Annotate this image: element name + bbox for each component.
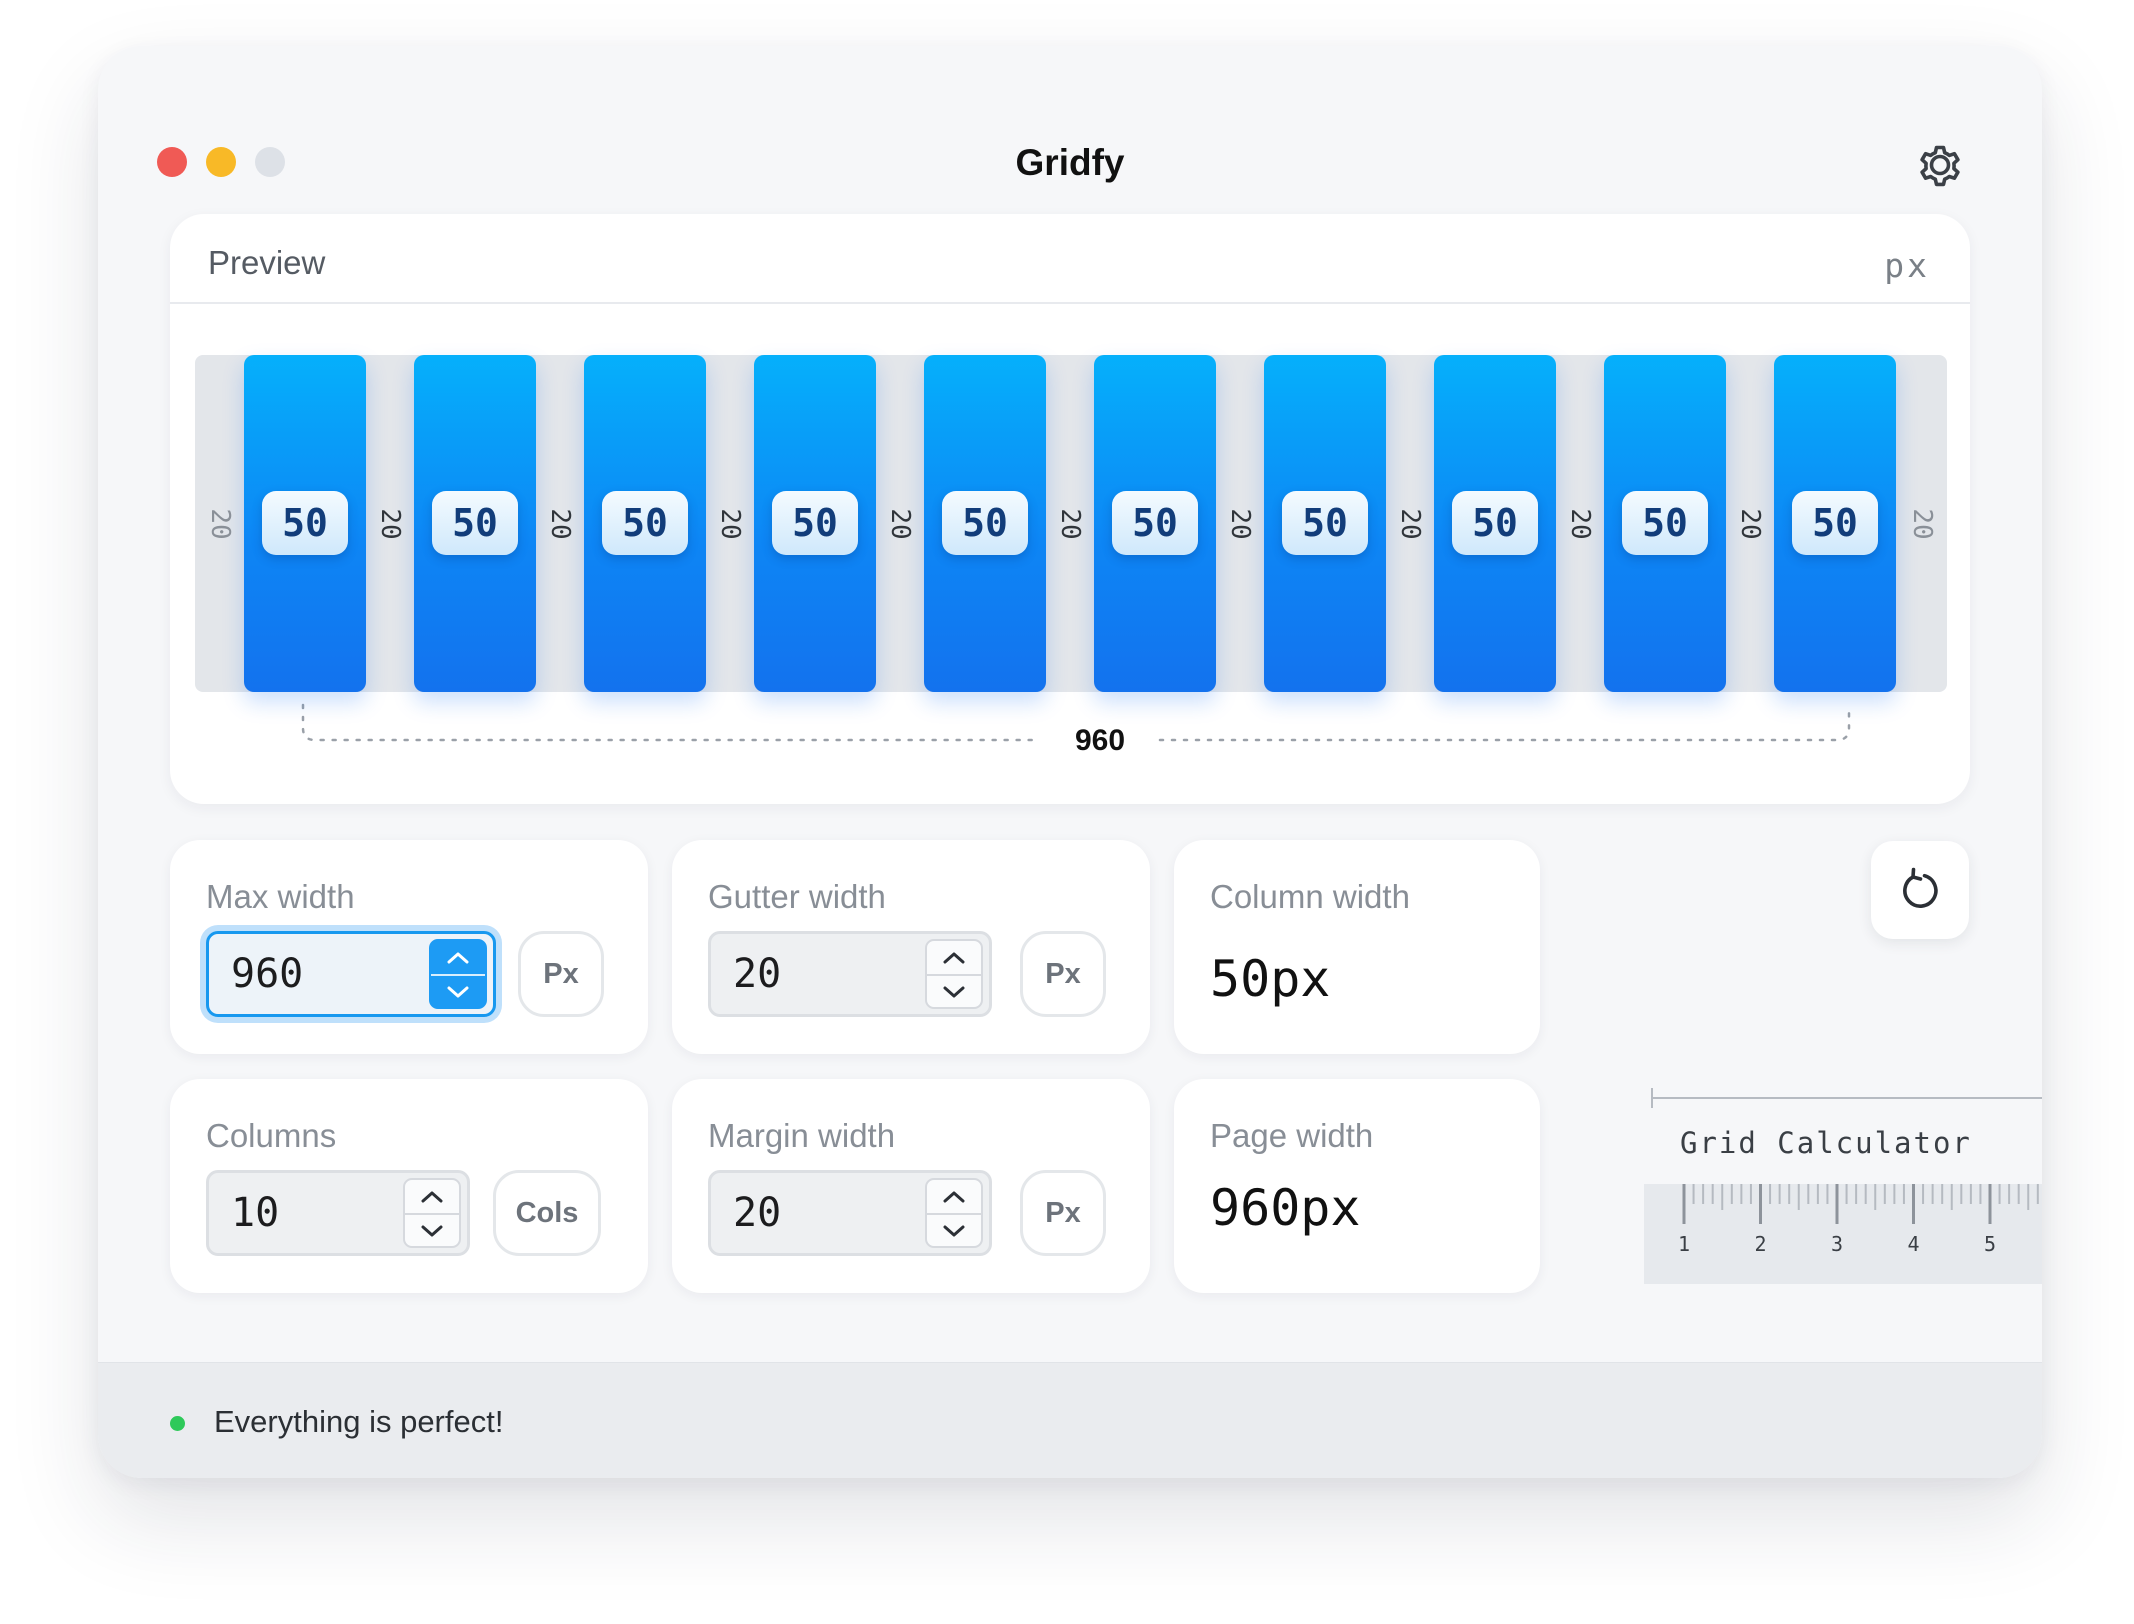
grid-column: 50 [924, 355, 1046, 692]
gutter-label: 20 [375, 508, 405, 540]
margin-width-increment[interactable] [927, 1180, 981, 1213]
gutter-width-decrement[interactable] [927, 974, 981, 1007]
settings-button[interactable] [1913, 138, 1967, 192]
margin-width-label: Margin width [708, 1117, 896, 1154]
ruler-number: 4 [1907, 1232, 1920, 1256]
column-width-badge: 50 [1282, 491, 1368, 555]
gutter-label: 20 [1055, 508, 1085, 540]
gutter-width-field[interactable]: 20 [708, 931, 992, 1017]
page-width-label: Page width [1210, 1117, 1374, 1154]
margin-width-decrement[interactable] [927, 1213, 981, 1246]
page-width-card: Page width 960px [1174, 1079, 1540, 1293]
columns-increment[interactable] [405, 1180, 459, 1213]
chevron-up-icon [447, 952, 469, 963]
columns-card: Columns 10 Cols [170, 1079, 648, 1293]
column-width-badge: 50 [1622, 491, 1708, 555]
column-width-badge: 50 [942, 491, 1028, 555]
columns-decrement[interactable] [405, 1213, 459, 1246]
column-width-card: Column width 50px [1174, 840, 1540, 1054]
gutter-width-unit-button[interactable]: Px [1020, 931, 1106, 1017]
ruler-caption: Grid Calculator [1680, 1126, 1972, 1160]
column-width-label: Column width [1210, 878, 1410, 915]
grid-calculator-ruler: Grid Calculator 1 2 3 4 5 [1644, 1086, 2042, 1336]
columns-value: 10 [231, 1190, 280, 1236]
column-width-badge: 50 [262, 491, 348, 555]
max-width-value: 960 [231, 951, 304, 997]
margin-width-unit-button[interactable]: Px [1020, 1170, 1106, 1256]
gutter-label: 20 [1395, 508, 1425, 540]
max-width-unit-button[interactable]: Px [518, 931, 604, 1017]
gutter-width-stepper[interactable] [925, 939, 983, 1009]
chevron-up-icon [943, 952, 965, 963]
reset-icon [1903, 867, 1938, 908]
max-width-decrement[interactable] [431, 974, 485, 1007]
margin-width-field[interactable]: 20 [708, 1170, 992, 1256]
page-width-value: 960px [1210, 1179, 1361, 1237]
column-width-badge: 50 [1112, 491, 1198, 555]
ruler-number: 5 [1983, 1232, 1997, 1256]
gutter-label: 20 [1225, 508, 1255, 540]
status-text: Everything is perfect! [214, 1404, 504, 1439]
max-width-label: Max width [206, 878, 355, 915]
column-width-badge: 50 [772, 491, 858, 555]
ruler-number: 2 [1754, 1232, 1767, 1256]
gutter-label: 20 [715, 508, 745, 540]
status-bar: Everything is perfect! [98, 1362, 2042, 1478]
grid-column: 50 [1434, 355, 1556, 692]
reset-button[interactable] [1871, 841, 1969, 939]
margin-width-card: Margin width 20 Px [672, 1079, 1150, 1293]
chevron-down-icon [943, 1225, 965, 1236]
gutter-label: 20 [885, 508, 915, 540]
grid-column: 50 [244, 355, 366, 692]
ruler-number: 3 [1830, 1232, 1844, 1256]
gutter-width-increment[interactable] [927, 941, 981, 974]
columns-unit-button[interactable]: Cols [493, 1170, 601, 1256]
gutter-label: 20 [1565, 508, 1595, 540]
gutter-width-card: Gutter width 20 Px [672, 840, 1150, 1054]
total-width-label: 960 [1074, 724, 1126, 757]
margin-label-right: 20 [1907, 508, 1937, 540]
status-indicator [170, 1416, 185, 1431]
margin-width-stepper[interactable] [925, 1178, 983, 1248]
app-window: Gridfy Preview px 960 50 50 50 50 50 50 50 50 50… [98, 46, 2042, 1478]
column-width-badge: 50 [432, 491, 518, 555]
ruler-number: 1 [1677, 1232, 1691, 1256]
chevron-down-icon [943, 986, 965, 997]
grid-column: 50 [1264, 355, 1386, 692]
column-width-badge: 50 [1452, 491, 1538, 555]
gear-icon [1920, 145, 1960, 187]
max-width-stepper[interactable] [429, 939, 487, 1009]
column-width-badge: 50 [1792, 491, 1878, 555]
gutter-label: 20 [545, 508, 575, 540]
margin-label-left: 20 [205, 508, 235, 540]
column-width-badge: 50 [602, 491, 688, 555]
chevron-up-icon [943, 1191, 965, 1202]
chevron-up-icon [421, 1191, 443, 1202]
columns-field[interactable]: 10 [206, 1170, 470, 1256]
gutter-label: 20 [1735, 508, 1765, 540]
grid-column: 50 [414, 355, 536, 692]
max-width-field[interactable]: 960 [206, 931, 496, 1017]
grid-column: 50 [1774, 355, 1896, 692]
preview-panel: Preview px 960 50 50 50 50 50 50 50 50 50 50 20 20 2… [170, 214, 1970, 804]
gutter-width-label: Gutter width [708, 878, 886, 915]
grid-preview: 960 50 50 50 50 50 50 50 50 50 50 20 20 20 20 20 20 20 20… [170, 214, 1970, 804]
max-width-card: Max width 960 Px [170, 840, 648, 1054]
chevron-down-icon [447, 986, 469, 997]
columns-stepper[interactable] [403, 1178, 461, 1248]
grid-column: 50 [584, 355, 706, 692]
grid-column: 50 [1604, 355, 1726, 692]
app-title: Gridfy [1015, 142, 1125, 183]
grid-column: 50 [1094, 355, 1216, 692]
chevron-down-icon [421, 1225, 443, 1236]
columns-label: Columns [206, 1117, 337, 1154]
max-width-increment[interactable] [431, 941, 485, 974]
ruler-top-line [1651, 1088, 2042, 1108]
grid-column: 50 [754, 355, 876, 692]
column-width-value: 50px [1210, 950, 1331, 1008]
title-bar: Gridfy [98, 46, 2042, 196]
margin-width-value: 20 [733, 1190, 782, 1236]
gutter-width-value: 20 [733, 951, 782, 997]
